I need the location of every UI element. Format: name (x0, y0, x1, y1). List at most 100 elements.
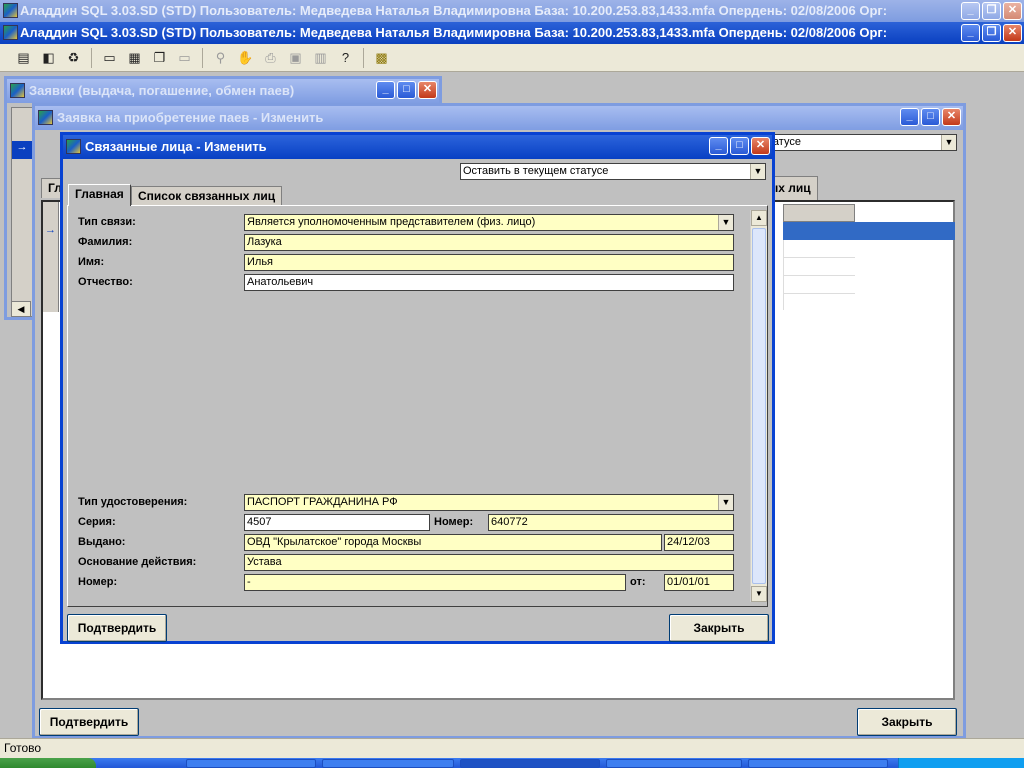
doc-number-label: Номер: (78, 576, 118, 588)
confirm-button[interactable]: Подтвердить (39, 708, 139, 736)
related-persons-dialog: Связанные лица - Изменить _ □ ✕ Оставить… (60, 132, 775, 644)
minimize-button[interactable]: _ (376, 81, 395, 99)
series-field[interactable]: 4507 (244, 514, 430, 531)
window-disabled-icon[interactable]: ▭ (173, 47, 196, 69)
minimize-button[interactable]: _ (900, 108, 919, 126)
main-tab-panel: Тип связи: Является уполномоченным предс… (67, 205, 768, 607)
grid-header-cell[interactable] (783, 204, 855, 222)
taskbar-item[interactable] (748, 759, 888, 768)
name-label: Имя: (78, 256, 105, 268)
minimize-button[interactable]: _ (961, 2, 980, 20)
save-icon[interactable]: ▣ (284, 47, 307, 69)
taskbar (0, 758, 1024, 768)
arrow-right-icon: → (12, 141, 32, 159)
link-type-select[interactable]: Является уполномоченным представителем (… (244, 214, 734, 231)
from-date-field[interactable]: 01/01/01 (664, 574, 734, 591)
scrollbar-thumb[interactable] (752, 228, 766, 584)
minimize-button[interactable]: _ (961, 24, 980, 42)
doc-number-field[interactable]: - (244, 574, 626, 591)
dialog-title: Связанные лица - Изменить (85, 139, 267, 154)
issued-label: Выдано: (78, 536, 126, 548)
status-select[interactable]: Оставить в текущем статусе ▼ (460, 163, 766, 180)
printer-icon[interactable]: ⎙ (259, 47, 282, 69)
taskbar-item[interactable] (186, 759, 316, 768)
link-type-label: Тип связи: (78, 216, 136, 228)
exit-icon[interactable]: ▩ (370, 47, 393, 69)
tab-related-list[interactable]: Список связанных лиц (131, 186, 283, 206)
scroll-left-icon[interactable]: ◀ (11, 301, 31, 317)
status-text: Готово (4, 741, 42, 755)
help-icon[interactable]: ? (334, 47, 357, 69)
basis-field[interactable]: Устава (244, 554, 734, 571)
tile-icon[interactable]: ▦ (123, 47, 146, 69)
dialog-confirm-button[interactable]: Подтвердить (67, 614, 167, 642)
chevron-down-icon: ▼ (750, 164, 765, 179)
app-title-text: Аладдин SQL 3.03.SD (STD) Пользователь: … (20, 3, 888, 18)
close-button[interactable]: ✕ (942, 108, 961, 126)
taskbar-item[interactable] (606, 759, 742, 768)
app-titlebar-active: Аладдин SQL 3.03.SD (STD) Пользователь: … (0, 22, 1024, 44)
issued-date-field[interactable]: 24/12/03 (664, 534, 734, 551)
restore-button[interactable]: ❐ (982, 24, 1001, 42)
record-indicator-column (11, 107, 33, 317)
maximize-button[interactable]: □ (730, 137, 749, 155)
bag-icon[interactable]: ◧ (37, 47, 60, 69)
surname-label: Фамилия: (78, 236, 133, 248)
from-label: от: (630, 576, 646, 588)
purchase-window-title: Заявка на приобретение паев - Изменить (57, 110, 324, 125)
chevron-down-icon: ▼ (941, 135, 956, 150)
id-type-select[interactable]: ПАСПОРТ ГРАЖДАНИНА РФ ▼ (244, 494, 734, 511)
number-field[interactable]: 640772 (488, 514, 734, 531)
issued-field[interactable]: ОВД "Крылатское" города Москвы (244, 534, 662, 551)
basis-label: Основание действия: (78, 556, 197, 568)
close-button[interactable]: ✕ (1003, 2, 1022, 20)
app-icon (3, 25, 18, 40)
table-row-selected[interactable] (783, 222, 955, 240)
binoculars-icon[interactable]: ⚲ (209, 47, 232, 69)
taskbar-item-active[interactable] (460, 759, 600, 768)
app-icon (3, 3, 18, 18)
dialog-titlebar: Связанные лица - Изменить _ □ ✕ (63, 135, 772, 159)
id-type-label: Тип удостоверения: (78, 496, 188, 508)
arrow-right-icon: → (45, 224, 56, 236)
dialog-close-button[interactable]: Закрыть (669, 614, 769, 642)
patronymic-label: Отчество: (78, 276, 133, 288)
orders-window-titlebar: Заявки (выдача, погашение, обмен паев) _… (7, 79, 439, 103)
close-button[interactable]: ✕ (1003, 24, 1022, 42)
window-icon[interactable]: ▭ (98, 47, 121, 69)
purchase-window-titlebar: Заявка на приобретение паев - Изменить _… (35, 106, 963, 130)
maximize-button[interactable]: □ (921, 108, 940, 126)
table-icon[interactable]: ▥ (309, 47, 332, 69)
recycle-icon[interactable]: ♻ (62, 47, 85, 69)
minimize-button[interactable]: _ (709, 137, 728, 155)
vertical-scrollbar[interactable]: ▲ ▼ (750, 210, 767, 602)
orders-window-title: Заявки (выдача, погашение, обмен паев) (29, 83, 295, 98)
maximize-button[interactable]: □ (397, 81, 416, 99)
surname-field[interactable]: Лазука (244, 234, 734, 251)
list-icon[interactable]: ▤ (12, 47, 35, 69)
patronymic-field[interactable]: Анатольевич (244, 274, 734, 291)
app-title-text: Аладдин SQL 3.03.SD (STD) Пользователь: … (20, 25, 888, 40)
close-window-button[interactable]: Закрыть (857, 708, 957, 736)
taskbar-item[interactable] (322, 759, 454, 768)
series-label: Серия: (78, 516, 116, 528)
close-button[interactable]: ✕ (751, 137, 770, 155)
status-bar: Готово (0, 738, 1024, 758)
scroll-up-icon[interactable]: ▲ (751, 210, 767, 226)
chevron-down-icon: ▼ (718, 495, 733, 510)
system-tray (898, 758, 1024, 768)
status-select[interactable]: татусе ▼ (765, 134, 957, 151)
scroll-down-icon[interactable]: ▼ (751, 586, 767, 602)
hand-icon[interactable]: ✋ (234, 47, 257, 69)
grid-indicator-column (43, 202, 59, 312)
grid-rows (783, 240, 855, 310)
name-field[interactable]: Илья (244, 254, 734, 271)
main-toolbar: ▤ ◧ ♻ ▭ ▦ ❐ ▭ ⚲ ✋ ⎙ ▣ ▥ ? ▩ (0, 44, 1024, 72)
close-button[interactable]: ✕ (418, 81, 437, 99)
cascade-icon[interactable]: ❐ (148, 47, 171, 69)
chevron-down-icon: ▼ (718, 215, 733, 230)
start-button[interactable] (0, 758, 96, 768)
number-label: Номер: (434, 516, 474, 528)
tab-main[interactable]: Главная (68, 184, 131, 206)
restore-button[interactable]: ❐ (982, 2, 1001, 20)
